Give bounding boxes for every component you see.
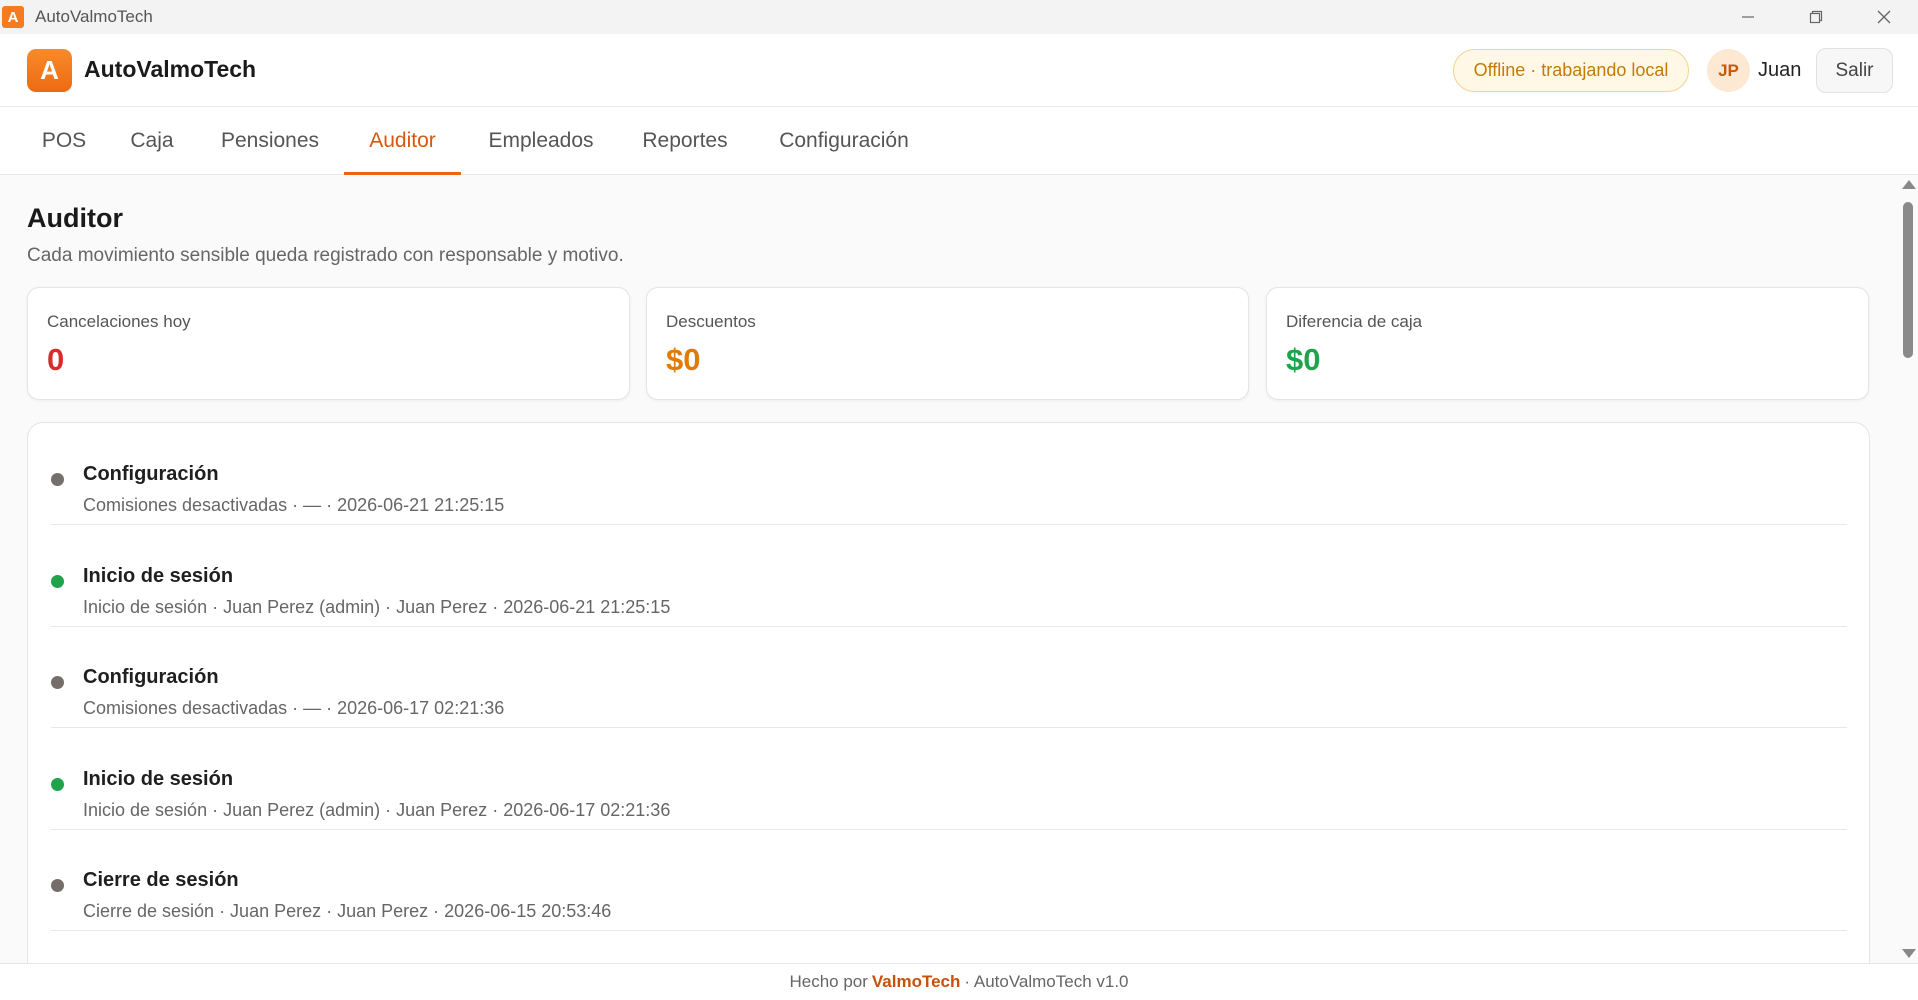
tab-caja[interactable]: Caja — [113, 107, 191, 175]
status-dot-icon — [51, 676, 64, 689]
log-entry[interactable]: Inicio de sesión Inicio de sesión · Juan… — [51, 525, 1847, 627]
stat-card-cancelaciones: Cancelaciones hoy 0 — [27, 287, 630, 400]
status-dot-icon — [51, 778, 64, 791]
main-nav: POS Caja Pensiones Auditor Empleados Rep… — [0, 107, 1918, 175]
close-button[interactable] — [1850, 0, 1918, 34]
app-header: A AutoValmoTech Offline · trabajando loc… — [0, 34, 1918, 107]
tab-empleados[interactable]: Empleados — [472, 107, 610, 175]
restore-icon — [1809, 10, 1823, 24]
log-entry-title: Inicio de sesión — [83, 565, 234, 587]
status-dot-icon — [51, 575, 64, 588]
stat-label: Descuentos — [666, 312, 756, 331]
minimize-button[interactable] — [1714, 0, 1782, 34]
brand-name: AutoValmoTech — [84, 56, 257, 82]
stat-card-diferencia-caja: Diferencia de caja $0 — [1266, 287, 1869, 400]
log-entry-title: Inicio de sesión — [83, 768, 234, 790]
app-footer: Hecho por ValmoTech · AutoValmoTech v1.0 — [0, 963, 1918, 1000]
stat-label: Cancelaciones hoy — [47, 312, 191, 331]
scroll-up-arrow-icon[interactable] — [1902, 180, 1916, 189]
footer-prefix: Hecho por — [789, 972, 868, 991]
offline-status-badge: Offline · trabajando local — [1453, 49, 1689, 92]
stat-value: $0 — [666, 342, 701, 377]
main-content: Auditor Cada movimiento sensible queda r… — [0, 175, 1898, 963]
minimize-icon — [1742, 16, 1754, 18]
tab-configuracion[interactable]: Configuración — [760, 107, 928, 175]
user-name: Juan — [1758, 59, 1802, 81]
brand-logo-icon: A — [27, 49, 72, 92]
audit-log-list: Configuración Comisiones desactivadas · … — [27, 422, 1870, 963]
log-entry[interactable]: Inicio de sesión Inicio de sesión · Juan… — [51, 728, 1847, 830]
stat-value: 0 — [47, 342, 65, 377]
footer-version: · AutoValmoTech v1.0 — [964, 972, 1129, 991]
stat-card-descuentos: Descuentos $0 — [646, 287, 1249, 400]
log-entry-meta: Comisiones desactivadas · — · 2026-06-21… — [83, 495, 505, 515]
close-icon — [1877, 10, 1891, 24]
log-entry-meta: Inicio de sesión · Juan Perez (admin) · … — [83, 597, 671, 617]
vertical-scrollbar[interactable] — [1898, 175, 1918, 963]
log-entry-meta: Inicio de sesión · Juan Perez (admin) · … — [83, 800, 671, 820]
log-entry-title: Cierre de sesión — [83, 869, 239, 891]
tab-pos[interactable]: POS — [27, 107, 101, 175]
page-subtitle: Cada movimiento sensible queda registrad… — [27, 245, 624, 266]
log-entry-meta: Comisiones desactivadas · — · 2026-06-17… — [83, 698, 505, 718]
log-entry[interactable]: Cierre de sesión Cierre de sesión · Juan… — [51, 829, 1847, 931]
window-controls — [1714, 0, 1918, 34]
footer-brand-link[interactable]: ValmoTech — [872, 972, 961, 992]
page-title: Auditor — [27, 203, 123, 233]
stat-value: $0 — [1286, 342, 1321, 377]
log-entry[interactable]: Configuración Comisiones desactivadas · … — [51, 423, 1847, 525]
tab-auditor[interactable]: Auditor — [344, 107, 461, 175]
tab-pensiones[interactable]: Pensiones — [204, 107, 336, 175]
scroll-down-arrow-icon[interactable] — [1902, 949, 1916, 958]
tab-reportes[interactable]: Reportes — [622, 107, 748, 175]
log-entry[interactable]: Configuración Comisiones desactivadas · … — [51, 626, 1847, 728]
logout-button[interactable]: Salir — [1816, 48, 1893, 93]
window-title: AutoValmoTech — [35, 7, 153, 26]
window-titlebar: A AutoValmoTech — [0, 0, 1918, 34]
scrollbar-thumb[interactable] — [1903, 202, 1913, 358]
status-dot-icon — [51, 879, 64, 892]
user-avatar[interactable]: JP — [1707, 49, 1750, 92]
log-entry-meta: Cierre de sesión · Juan Perez · Juan Per… — [83, 901, 612, 921]
log-entry-title: Configuración — [83, 666, 219, 688]
restore-button[interactable] — [1782, 0, 1850, 34]
log-entry-title: Configuración — [83, 463, 219, 485]
app-logo-icon: A — [2, 6, 24, 28]
status-dot-icon — [51, 473, 64, 486]
stat-label: Diferencia de caja — [1286, 312, 1423, 331]
